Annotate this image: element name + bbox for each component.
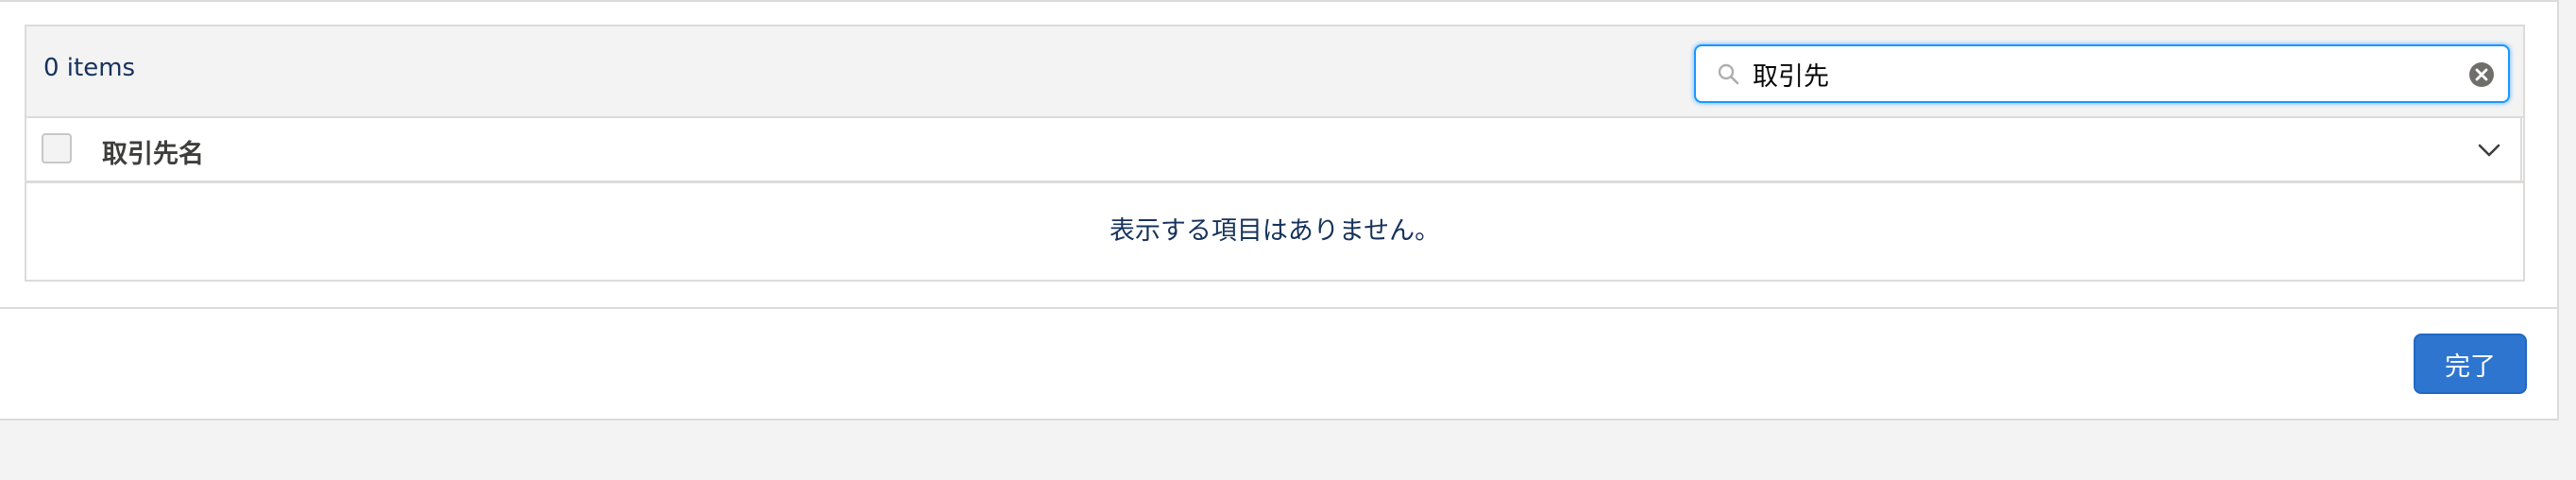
modal-body: 0 items 取引先名 <box>0 2 2557 309</box>
list-header: 0 items <box>26 26 2523 118</box>
list-card: 0 items 取引先名 <box>25 25 2525 282</box>
column-header-account-name[interactable]: 取引先名 <box>102 133 204 170</box>
item-count: 0 items <box>43 54 136 82</box>
clear-icon[interactable] <box>2468 61 2495 88</box>
select-all-checkbox[interactable] <box>42 133 72 163</box>
table-header-row: 取引先名 <box>26 118 2523 183</box>
empty-state-message: 表示する項目はありません。 <box>1109 216 1441 246</box>
chevron-down-icon[interactable] <box>2476 137 2502 163</box>
search-input[interactable] <box>1753 56 2451 92</box>
column-divider <box>2520 118 2522 180</box>
search-icon <box>1718 63 1739 85</box>
modal: 0 items 取引先名 <box>0 0 2559 420</box>
search-box[interactable] <box>1694 44 2510 103</box>
done-button[interactable]: 完了 <box>2414 334 2527 394</box>
